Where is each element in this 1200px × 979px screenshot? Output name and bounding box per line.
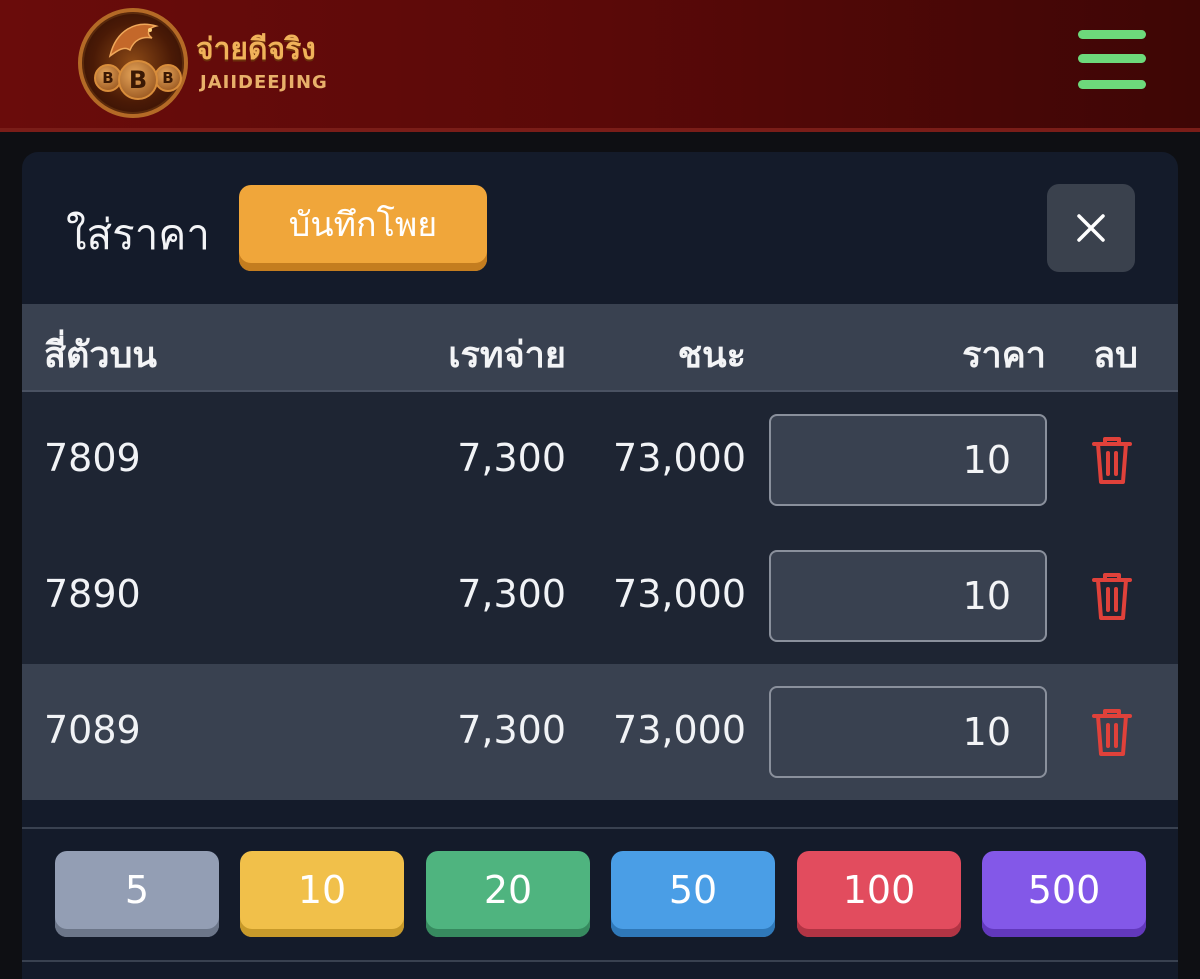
win-amount: 73,000 bbox=[613, 572, 746, 616]
win-amount: 73,000 bbox=[613, 708, 746, 752]
chip-20-button[interactable]: 20 bbox=[426, 851, 590, 937]
quick-amount-bar: 5 10 20 50 100 500 bbox=[22, 827, 1178, 962]
price-input[interactable] bbox=[769, 550, 1047, 642]
payout-rate: 7,300 bbox=[457, 572, 566, 616]
panel-title: ใส่ราคา bbox=[66, 210, 210, 259]
price-input[interactable] bbox=[769, 414, 1047, 506]
bet-number: 7890 bbox=[44, 572, 141, 616]
bet-slip-panel: ใส่ราคา บันทึกโพย สี่ตัวบน เรทจ่าย ชนะ ร… bbox=[22, 152, 1178, 979]
column-win: ชนะ bbox=[677, 335, 746, 376]
save-slip-button[interactable]: บันทึกโพย bbox=[239, 185, 487, 271]
bitcoin-coin-icon: B bbox=[118, 60, 158, 100]
bet-number: 7809 bbox=[44, 436, 141, 480]
column-price: ราคา bbox=[962, 335, 1046, 376]
coin-icon: B bbox=[154, 64, 182, 92]
chip-500-button[interactable]: 500 bbox=[982, 851, 1146, 937]
chip-10-button[interactable]: 10 bbox=[240, 851, 404, 937]
payout-rate: 7,300 bbox=[457, 436, 566, 480]
win-amount: 73,000 bbox=[613, 436, 746, 480]
top-header: B B B จ่ายดีจริง JAIIDEEJING bbox=[0, 0, 1200, 132]
column-rate: เรทจ่าย bbox=[448, 335, 566, 376]
dragon-icon bbox=[108, 23, 159, 58]
column-delete: ลบ bbox=[1093, 335, 1138, 376]
logo-thai-text: จ่ายดีจริง bbox=[196, 32, 316, 67]
table-row: 7089 7,300 73,000 bbox=[22, 664, 1178, 800]
logo-latin-text: JAIIDEEJING bbox=[200, 72, 328, 93]
table-row: 7890 7,300 73,000 bbox=[22, 528, 1178, 664]
bet-number: 7089 bbox=[44, 708, 141, 752]
trash-icon[interactable] bbox=[1088, 570, 1136, 622]
chip-5-button[interactable]: 5 bbox=[55, 851, 219, 937]
hamburger-menu-icon[interactable] bbox=[1078, 30, 1146, 94]
trash-icon[interactable] bbox=[1088, 706, 1136, 758]
table-row: 7809 7,300 73,000 bbox=[22, 392, 1178, 528]
site-logo[interactable]: B B B จ่ายดีจริง JAIIDEEJING bbox=[78, 8, 338, 118]
chip-100-button[interactable]: 100 bbox=[797, 851, 961, 937]
logo-emblem: B B B bbox=[78, 8, 188, 118]
close-button[interactable] bbox=[1047, 184, 1135, 272]
trash-icon[interactable] bbox=[1088, 434, 1136, 486]
column-number: สี่ตัวบน bbox=[44, 335, 158, 376]
price-input[interactable] bbox=[769, 686, 1047, 778]
table-header: สี่ตัวบน เรทจ่าย ชนะ ราคา ลบ bbox=[22, 304, 1178, 392]
close-icon bbox=[1077, 214, 1105, 242]
payout-rate: 7,300 bbox=[457, 708, 566, 752]
chip-50-button[interactable]: 50 bbox=[611, 851, 775, 937]
